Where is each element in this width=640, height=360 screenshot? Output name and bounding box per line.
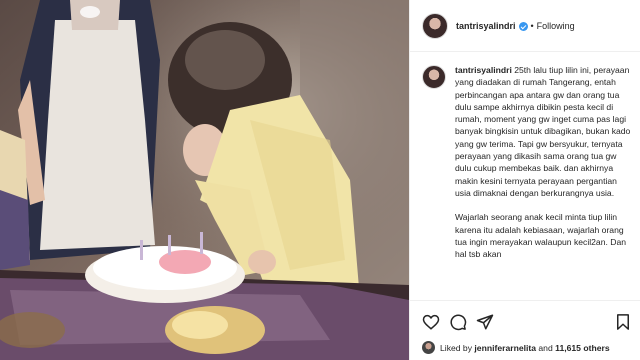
likes-prefix: Liked by <box>440 342 473 353</box>
share-icon[interactable] <box>476 313 494 331</box>
liker-username[interactable]: jenniferarnelita <box>474 343 536 353</box>
likes-count[interactable]: 11,615 others <box>555 343 609 353</box>
caption-paragraph-body: 25th lalu tiup lilin ini, perayaan yang … <box>455 65 631 198</box>
caption-section: tantrisyalindri 25th lalu tiup lilin ini… <box>410 52 640 300</box>
author-username[interactable]: tantrisyalindri <box>456 21 516 31</box>
caption-text: tantrisyalindri 25th lalu tiup lilin ini… <box>455 64 631 300</box>
post-photo-image <box>0 0 409 360</box>
post-photo[interactable] <box>0 0 409 360</box>
heart-icon[interactable] <box>422 313 440 331</box>
bookmark-icon[interactable] <box>614 313 632 331</box>
author-avatar[interactable] <box>422 12 448 39</box>
following-button[interactable]: Following <box>537 21 575 31</box>
verified-badge-icon <box>518 22 528 31</box>
comment-icon[interactable] <box>449 313 467 331</box>
caption-author-avatar[interactable] <box>422 65 446 89</box>
caption-username[interactable]: tantrisyalindri <box>455 65 512 75</box>
header-separator: • <box>530 20 534 31</box>
likes-conjunction: and <box>538 342 553 353</box>
likes-summary: Liked by jenniferarnelita and 11,615 oth… <box>422 341 610 354</box>
post-side-panel: tantrisyalindri • Following tantrisyalin… <box>409 0 640 360</box>
liker-avatar[interactable] <box>422 341 435 354</box>
post-actions: Liked by jenniferarnelita and 11,615 oth… <box>410 300 640 360</box>
action-icons-row <box>422 313 632 333</box>
caption-paragraph: tantrisyalindri 25th lalu tiup lilin ini… <box>455 64 631 199</box>
post-header: tantrisyalindri • Following <box>410 0 640 52</box>
caption-paragraph: Wajarlah seorang anak kecil minta tiup l… <box>455 212 627 260</box>
